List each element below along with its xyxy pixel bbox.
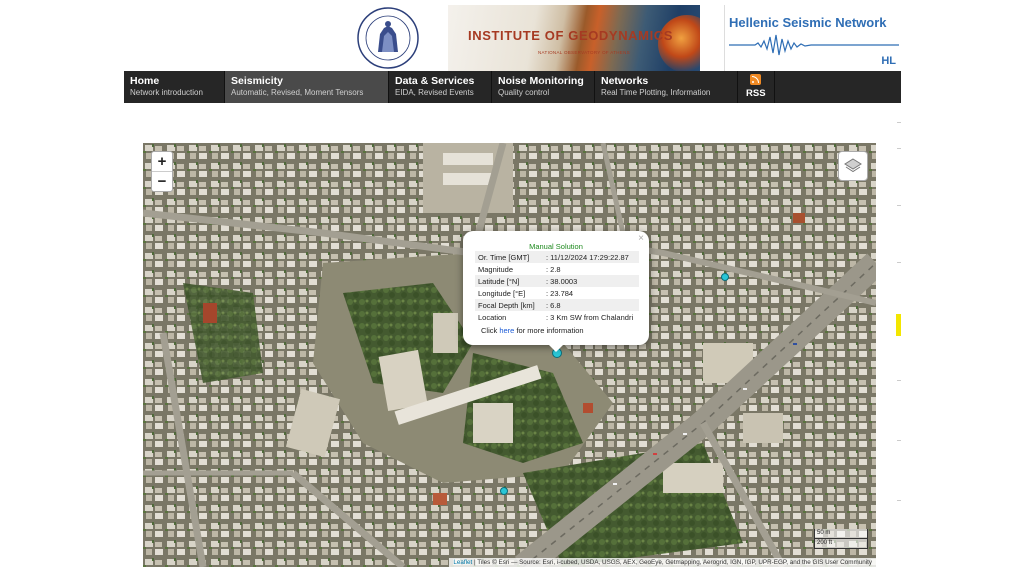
event-details-table: Or. Time [GMT] : 11/12/2024 17:29:22.87 …	[475, 251, 639, 323]
institute-title: INSTITUTE OF GEODYNAMICS	[468, 28, 674, 43]
nav-item-noise-monitoring[interactable]: Noise Monitoring Quality control	[492, 71, 595, 103]
row-value: : 23.784	[546, 288, 574, 298]
table-row: Location : 3 Km SW from Chalandri	[475, 311, 639, 323]
rss-link[interactable]: RSS	[738, 71, 775, 103]
nav-sublabel: Automatic, Revised, Moment Tensors	[231, 88, 364, 97]
row-key: Location	[478, 312, 507, 322]
table-row: Magnitude : 2.8	[475, 263, 639, 275]
table-row: Focal Depth [km] : 6.8	[475, 299, 639, 311]
leaflet-link[interactable]: Leaflet	[453, 559, 472, 566]
row-key: Latitude [°N]	[475, 275, 543, 287]
nav-sublabel: Quality control	[498, 88, 550, 97]
page-highlight-marker	[896, 314, 901, 336]
institute-banner[interactable]: INSTITUTE OF GEODYNAMICS NATIONAL OBSERV…	[448, 5, 700, 71]
more-info-prefix: Click	[481, 326, 500, 335]
nav-label: Home	[130, 75, 160, 87]
nav-sublabel: Real Time Plotting, Information	[601, 88, 711, 97]
nav-item-data-services[interactable]: Data & Services EIDA, Revised Events	[389, 71, 492, 103]
nav-label: Networks	[601, 75, 649, 87]
hellenic-seismic-network-logo[interactable]: Hellenic Seismic Network HL	[724, 5, 902, 71]
rss-label: RSS	[746, 88, 766, 99]
zoom-control: + −	[151, 151, 173, 192]
more-info-link[interactable]: here	[499, 326, 514, 335]
nav-sublabel: Network introduction	[130, 88, 203, 97]
popup-tip	[549, 345, 563, 352]
earthquake-marker[interactable]	[721, 273, 729, 281]
table-row: Latitude [°N] : 38.0003	[475, 275, 639, 287]
attribution-text: | Tiles © Esri — Source: Esri, i-cubed, …	[472, 559, 872, 566]
layers-icon	[844, 158, 862, 173]
main-nav: Home Network introduction Seismicity Aut…	[124, 71, 901, 103]
popup-title: Manual Solution	[529, 242, 583, 251]
scale-metric: 50 m	[814, 529, 868, 539]
nav-sublabel: EIDA, Revised Events	[395, 88, 474, 97]
institute-subtitle: NATIONAL OBSERVATORY OF ATHENS	[538, 50, 630, 55]
satellite-imagery	[143, 143, 876, 567]
row-value: : 2.8	[546, 264, 561, 274]
nav-item-networks[interactable]: Networks Real Time Plotting, Information	[595, 71, 738, 103]
page-divider	[897, 440, 901, 441]
table-row: Longitude [°E] : 23.784	[475, 287, 639, 299]
network-code: HL	[881, 55, 896, 67]
page-divider	[897, 148, 901, 149]
network-title: Hellenic Seismic Network	[729, 15, 887, 30]
nav-label: Data & Services	[395, 75, 475, 87]
nav-label: Noise Monitoring	[498, 75, 584, 87]
row-key: Focal Depth [km]	[475, 299, 543, 311]
event-popup: × Manual Solution Or. Time [GMT] : 11/12…	[463, 231, 649, 352]
page-divider	[897, 380, 901, 381]
row-value: : 38.0003	[543, 275, 639, 287]
row-value: : 11/12/2024 17:29:22.87	[543, 251, 639, 263]
page-divider	[897, 122, 901, 123]
table-row: Or. Time [GMT] : 11/12/2024 17:29:22.87	[475, 251, 639, 263]
row-value: : 6.8	[543, 299, 639, 311]
nav-item-home[interactable]: Home Network introduction	[124, 71, 225, 103]
scale-imperial: 200 ft	[814, 539, 868, 549]
row-value: : 3 Km SW from Chalandri	[546, 312, 634, 322]
map-attribution: Leaflet | Tiles © Esri — Source: Esri, i…	[449, 558, 876, 567]
satellite-map[interactable]: + − × Manual Solution Or. Time [GMT] : 1…	[143, 143, 876, 567]
more-info-suffix: for more information	[514, 326, 584, 335]
site-header: INSTITUTE OF GEODYNAMICS NATIONAL OBSERV…	[124, 3, 902, 72]
seismogram-icon	[729, 34, 899, 56]
layers-button[interactable]	[838, 151, 868, 181]
rss-icon	[750, 74, 762, 85]
more-info-text: Click here for more information	[481, 326, 584, 335]
scale-bar: 50 m 200 ft	[814, 529, 868, 549]
noa-seal-logo[interactable]	[356, 6, 420, 70]
page-divider	[897, 262, 901, 263]
row-key: Longitude [°E]	[478, 288, 526, 298]
row-key: Or. Time [GMT]	[475, 251, 543, 263]
zoom-out-button[interactable]: −	[152, 171, 172, 191]
page-divider	[897, 500, 901, 501]
nav-label: Seismicity	[231, 75, 283, 87]
earthquake-marker[interactable]	[500, 487, 508, 495]
zoom-in-button[interactable]: +	[152, 152, 172, 171]
nav-item-seismicity[interactable]: Seismicity Automatic, Revised, Moment Te…	[225, 71, 389, 103]
row-key: Magnitude	[478, 264, 514, 274]
page-divider	[897, 205, 901, 206]
